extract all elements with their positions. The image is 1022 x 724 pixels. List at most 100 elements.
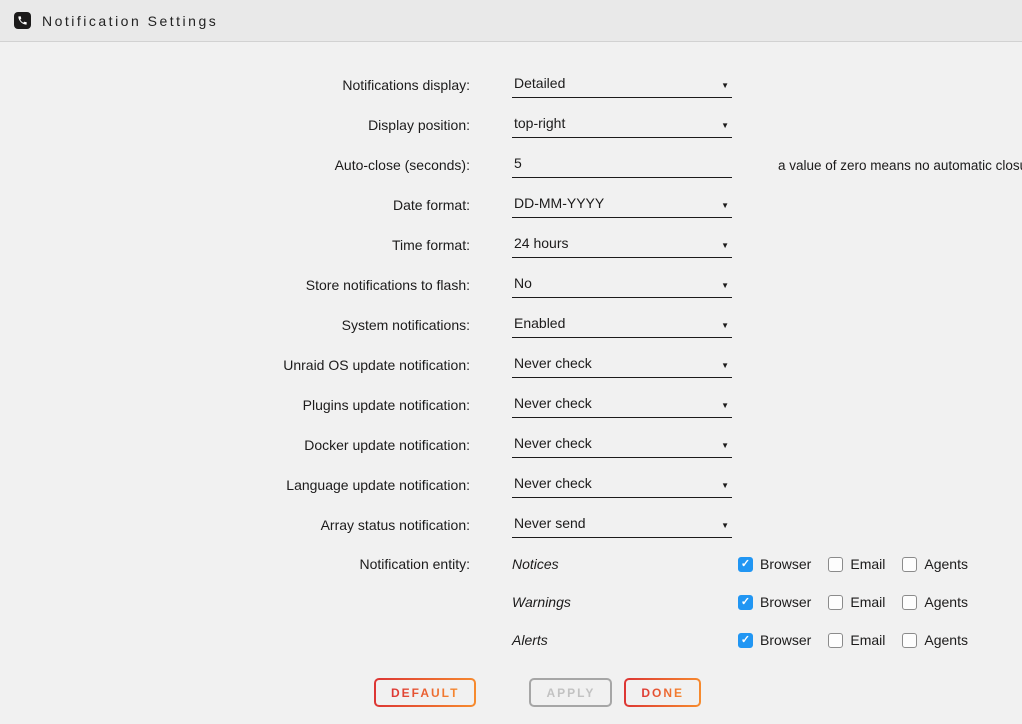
chevron-down-icon: ▼ xyxy=(721,359,729,373)
select-display-position[interactable]: top-right ▼ xyxy=(512,116,732,138)
field-label: System notifications: xyxy=(0,317,470,333)
notification-phone-square-icon xyxy=(14,12,31,29)
field-label: Time format: xyxy=(0,237,470,253)
field-label: Auto-close (seconds): xyxy=(0,157,470,173)
default-button[interactable]: DEFAULT xyxy=(374,678,476,707)
entity-name: Notices xyxy=(512,556,732,572)
notification-settings-form: Notifications display: Detailed ▼ Displa… xyxy=(0,42,1022,707)
done-button[interactable]: DONE xyxy=(624,678,701,707)
field-label: Display position: xyxy=(0,117,470,133)
select-value: 24 hours xyxy=(514,235,568,251)
checkbox-notices-browser[interactable]: ✓ xyxy=(738,557,753,572)
chevron-down-icon: ▼ xyxy=(721,439,729,453)
channel-group: ✓ Browser ✓ Email ✓ Agents xyxy=(738,556,985,572)
checkbox-warnings-agents[interactable]: ✓ xyxy=(902,595,917,610)
chevron-down-icon: ▼ xyxy=(721,239,729,253)
form-row: Plugins update notification: Never check… xyxy=(0,385,1022,425)
checkbox-warnings-browser[interactable]: ✓ xyxy=(738,595,753,610)
checkbox-warnings-email[interactable]: ✓ xyxy=(828,595,843,610)
form-row: Display position: top-right ▼ xyxy=(0,105,1022,145)
form-row: Time format: 24 hours ▼ xyxy=(0,225,1022,265)
channel-alerts-browser[interactable]: ✓ Browser xyxy=(738,632,811,648)
chevron-down-icon: ▼ xyxy=(721,279,729,293)
select-value: Never check xyxy=(514,395,592,411)
select-time-format[interactable]: 24 hours ▼ xyxy=(512,236,732,258)
select-value: Never check xyxy=(514,475,592,491)
channel-alerts-agents[interactable]: ✓ Agents xyxy=(902,632,968,648)
select-unraid-os-update[interactable]: Never check ▼ xyxy=(512,356,732,378)
select-docker-update[interactable]: Never check ▼ xyxy=(512,436,732,458)
entity-row-warnings: Warnings ✓ Browser ✓ Email ✓ Agents xyxy=(0,583,1022,621)
field-label: Array status notification: xyxy=(0,517,470,533)
channel-label: Email xyxy=(850,594,885,610)
select-array-status[interactable]: Never send ▼ xyxy=(512,516,732,538)
select-plugins-update[interactable]: Never check ▼ xyxy=(512,396,732,418)
field-label: Docker update notification: xyxy=(0,437,470,453)
select-system-notifications[interactable]: Enabled ▼ xyxy=(512,316,732,338)
channel-notices-email[interactable]: ✓ Email xyxy=(828,556,885,572)
select-value: Detailed xyxy=(514,75,565,91)
field-label: Plugins update notification: xyxy=(0,397,470,413)
channel-label: Email xyxy=(850,632,885,648)
field-label: Language update notification: xyxy=(0,477,470,493)
entity-row-alerts: Alerts ✓ Browser ✓ Email ✓ Agents xyxy=(0,621,1022,659)
form-row: Auto-close (seconds): 5 a value of zero … xyxy=(0,145,1022,185)
channel-warnings-browser[interactable]: ✓ Browser xyxy=(738,594,811,610)
form-row: System notifications: Enabled ▼ xyxy=(0,305,1022,345)
form-row: Unraid OS update notification: Never che… xyxy=(0,345,1022,385)
form-row: Array status notification: Never send ▼ xyxy=(0,505,1022,545)
entity-name: Alerts xyxy=(512,632,732,648)
form-row: Docker update notification: Never check … xyxy=(0,425,1022,465)
field-label: Notification entity: xyxy=(0,556,470,572)
channel-label: Agents xyxy=(924,594,968,610)
channel-label: Browser xyxy=(760,594,811,610)
done-button-label: DONE xyxy=(641,686,684,700)
select-value: Never send xyxy=(514,515,586,531)
chevron-down-icon: ▼ xyxy=(721,319,729,333)
checkbox-alerts-agents[interactable]: ✓ xyxy=(902,633,917,648)
channel-notices-browser[interactable]: ✓ Browser xyxy=(738,556,811,572)
input-auto-close[interactable]: 5 xyxy=(512,156,732,178)
entity-name: Warnings xyxy=(512,594,732,610)
select-value: top-right xyxy=(514,115,565,131)
select-value: Never check xyxy=(514,435,592,451)
button-row: DEFAULT APPLY DONE xyxy=(374,678,1022,707)
field-help-text: a value of zero means no automatic closu… xyxy=(778,158,1022,173)
checkbox-alerts-email[interactable]: ✓ xyxy=(828,633,843,648)
apply-button-label: APPLY xyxy=(546,686,595,700)
check-icon: ✓ xyxy=(741,597,750,608)
select-language-update[interactable]: Never check ▼ xyxy=(512,476,732,498)
check-icon: ✓ xyxy=(741,635,750,646)
channel-alerts-email[interactable]: ✓ Email xyxy=(828,632,885,648)
channel-notices-agents[interactable]: ✓ Agents xyxy=(902,556,968,572)
check-icon: ✓ xyxy=(741,559,750,570)
channel-warnings-agents[interactable]: ✓ Agents xyxy=(902,594,968,610)
page-header: Notification Settings xyxy=(0,0,1022,42)
field-label: Store notifications to flash: xyxy=(0,277,470,293)
form-row: Store notifications to flash: No ▼ xyxy=(0,265,1022,305)
channel-label: Agents xyxy=(924,632,968,648)
checkbox-notices-email[interactable]: ✓ xyxy=(828,557,843,572)
checkbox-notices-agents[interactable]: ✓ xyxy=(902,557,917,572)
chevron-down-icon: ▼ xyxy=(721,79,729,93)
input-value: 5 xyxy=(514,155,522,171)
select-date-format[interactable]: DD-MM-YYYY ▼ xyxy=(512,196,732,218)
channel-label: Browser xyxy=(760,556,811,572)
apply-button[interactable]: APPLY xyxy=(529,678,612,707)
channel-group: ✓ Browser ✓ Email ✓ Agents xyxy=(738,594,985,610)
channel-label: Email xyxy=(850,556,885,572)
chevron-down-icon: ▼ xyxy=(721,399,729,413)
channel-warnings-email[interactable]: ✓ Email xyxy=(828,594,885,610)
select-notifications-display[interactable]: Detailed ▼ xyxy=(512,76,732,98)
select-store-notifications-flash[interactable]: No ▼ xyxy=(512,276,732,298)
form-row: Notifications display: Detailed ▼ xyxy=(0,65,1022,105)
field-label: Notifications display: xyxy=(0,77,470,93)
entity-row-notices: Notification entity: Notices ✓ Browser ✓… xyxy=(0,545,1022,583)
field-label: Date format: xyxy=(0,197,470,213)
checkbox-alerts-browser[interactable]: ✓ xyxy=(738,633,753,648)
chevron-down-icon: ▼ xyxy=(721,119,729,133)
select-value: Never check xyxy=(514,355,592,371)
select-value: Enabled xyxy=(514,315,565,331)
channel-label: Browser xyxy=(760,632,811,648)
select-value: No xyxy=(514,275,532,291)
